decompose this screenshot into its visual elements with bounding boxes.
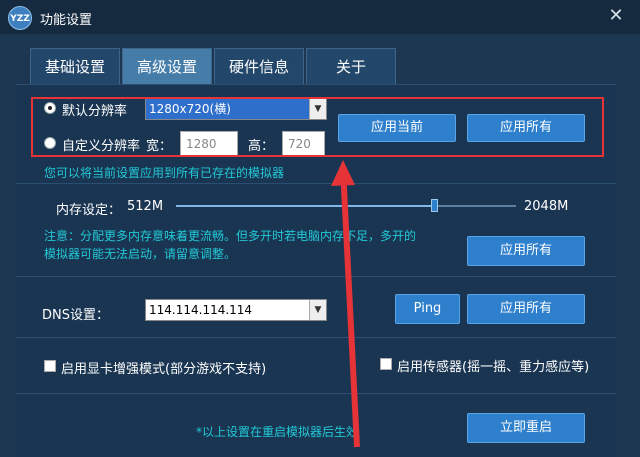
memory-max-label: 2048M	[524, 199, 569, 214]
memory-label: 内存设定：	[56, 203, 122, 218]
memory-note-line2: 模拟器可能无法启动，请留意调整。	[44, 247, 237, 261]
dns-select[interactable]: 114.114.114.114 ▼	[145, 299, 327, 321]
tab-hardware-info[interactable]: 硬件信息	[214, 48, 304, 84]
sensor-checkbox[interactable]	[380, 358, 392, 370]
dns-select-value: 114.114.114.114	[149, 303, 253, 317]
apply-all-memory-button[interactable]: 应用所有	[467, 236, 585, 266]
divider	[16, 393, 616, 394]
tab-advanced-settings[interactable]: 高级设置	[122, 48, 212, 84]
close-icon[interactable]: ✕	[604, 4, 628, 28]
apply-all-dns-button[interactable]: 应用所有	[467, 294, 585, 324]
ping-button[interactable]: Ping	[395, 294, 460, 324]
restart-now-button[interactable]: 立即重启	[467, 413, 585, 443]
memory-min-label: 512M	[127, 199, 164, 214]
chevron-down-icon[interactable]: ▼	[309, 300, 326, 320]
gpu-enhance-checkbox[interactable]	[44, 360, 56, 372]
tab-about[interactable]: 关于	[306, 48, 396, 84]
window-title: 功能设置	[40, 13, 93, 28]
highlight-box	[31, 97, 604, 157]
title-bar: YZZ 功能设置 ✕	[0, 0, 640, 34]
tab-basic-settings[interactable]: 基础设置	[30, 48, 120, 84]
memory-note-line1: 注意：分配更多内存意味着更流畅。但多开时若电脑内存不足，多开的	[44, 229, 417, 243]
dns-label: DNS设置：	[42, 308, 109, 323]
divider	[16, 337, 616, 338]
memory-slider-fill	[176, 205, 435, 207]
gpu-enhance-label: 启用显卡增强模式(部分游戏不支持)	[61, 362, 267, 377]
resolution-hint: 您可以将当前设置应用到所有已存在的模拟器	[44, 166, 285, 180]
divider	[16, 183, 616, 184]
memory-slider-handle[interactable]	[431, 199, 439, 212]
sensor-label: 启用传感器(摇一摇、重力感应等)	[397, 360, 590, 375]
app-logo-icon: YZZ	[8, 6, 32, 30]
divider	[16, 276, 616, 277]
restart-note: *以上设置在重启模拟器后生效	[196, 425, 359, 439]
